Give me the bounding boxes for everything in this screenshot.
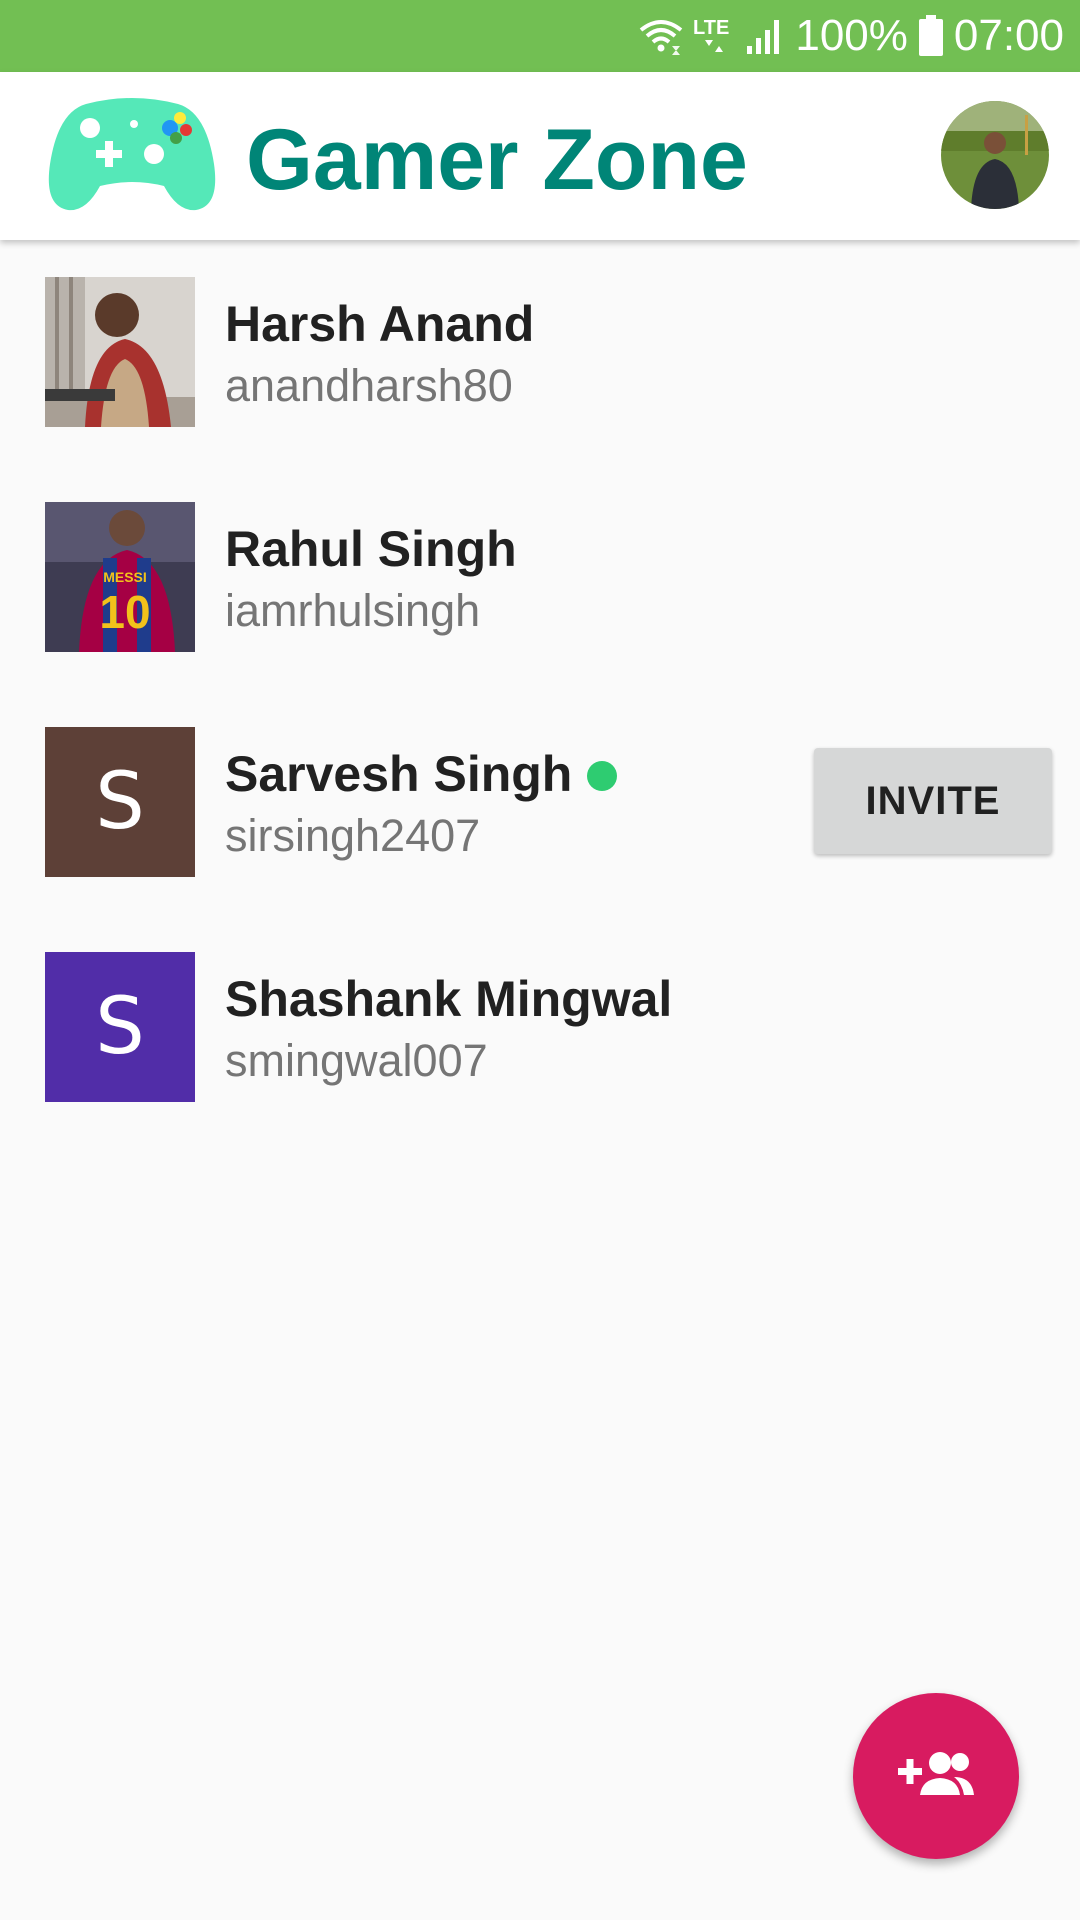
gamepad-icon: [46, 94, 218, 214]
app-title: Gamer Zone: [246, 112, 748, 208]
user-name: Shashank Mingwal: [225, 971, 673, 1027]
user-handle: anandharsh80: [225, 360, 513, 411]
user-name: Sarvesh Singh: [225, 746, 573, 802]
lte-icon: LTE: [693, 18, 735, 54]
user-name: Harsh Anand: [225, 296, 535, 352]
network-label: LTE: [693, 17, 730, 39]
profile-avatar[interactable]: [941, 101, 1049, 209]
letter-avatar: S: [45, 727, 195, 877]
user-avatar: [45, 277, 195, 427]
invite-button[interactable]: INVITE: [814, 748, 1052, 854]
signal-icon: [745, 16, 785, 56]
add-friend-fab[interactable]: [853, 1693, 1019, 1859]
status-bar: LTE 100% 07:00: [0, 0, 1080, 72]
list-item[interactable]: 10 MESSI Rahul Singh iamrhulsingh: [0, 465, 1080, 690]
user-name: Rahul Singh: [225, 521, 517, 577]
battery-text: 100%: [795, 11, 908, 60]
svg-text:10: 10: [99, 586, 150, 638]
user-handle: sirsingh2407: [225, 810, 481, 861]
user-handle: iamrhulsingh: [225, 585, 481, 636]
online-status-dot: [587, 761, 617, 791]
svg-text:MESSI: MESSI: [103, 569, 147, 585]
app-bar: Gamer Zone: [0, 72, 1080, 240]
user-handle: smingwal007: [225, 1035, 488, 1086]
status-time: 07:00: [953, 11, 1064, 60]
list-item[interactable]: Harsh Anand anandharsh80: [0, 240, 1080, 465]
add-group-icon: [898, 1749, 974, 1804]
wifi-icon: [639, 16, 683, 56]
user-avatar: 10 MESSI: [45, 502, 195, 652]
battery-icon: [918, 15, 944, 57]
letter-avatar: S: [45, 952, 195, 1102]
list-item[interactable]: S Shashank Mingwal smingwal007: [0, 915, 1080, 1140]
list-item[interactable]: S Sarvesh Singh sirsingh2407 INVITE: [0, 690, 1080, 915]
